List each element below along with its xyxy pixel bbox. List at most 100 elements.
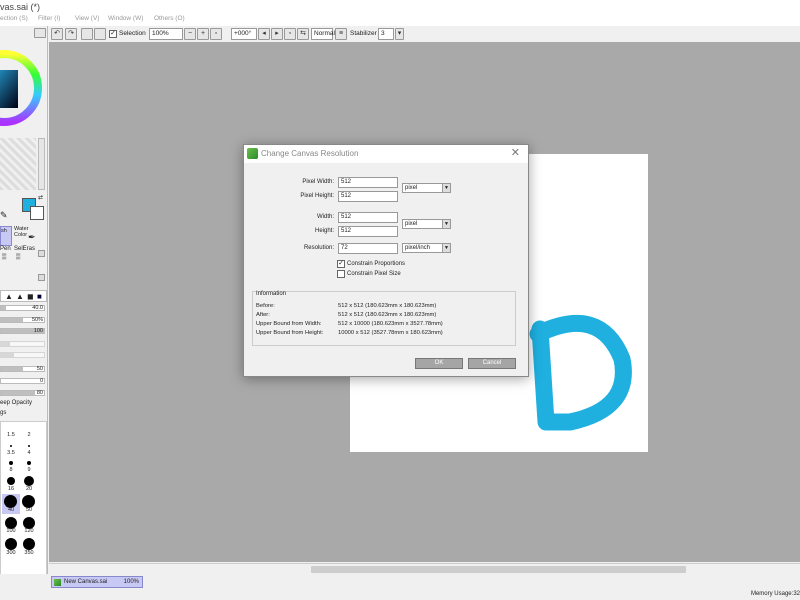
menu-bar: ection (S) Filter (I) View (V) Window (W…: [0, 14, 800, 26]
height-label: Height:: [314, 228, 334, 234]
constrain-proportions-label: Constrain Proportions: [347, 261, 406, 267]
brush-size-slider[interactable]: 40.0: [0, 305, 45, 311]
size-unit-select[interactable]: pixel ▼: [402, 219, 451, 229]
invert-selection-button[interactable]: [94, 28, 106, 40]
dialog-title-bar: Change Canvas Resolution ✕: [244, 145, 528, 163]
horizontal-scroll-thumb[interactable]: [311, 566, 686, 573]
constrain-pixel-size-checkbox[interactable]: [337, 270, 345, 278]
brush-size-grid[interactable]: 1.5 2 3.5 4 8 9 16 20 40 50 100 120 300 …: [0, 421, 47, 574]
information-box: Information Before: 512 x 512 (180.623mm…: [252, 291, 516, 346]
window-title: vas.sai (*): [0, 2, 41, 12]
keep-opacity-label[interactable]: eep Opacity: [0, 400, 32, 406]
toolbar: ↶ ↷ ✓ Selection 100% − + ▫ +000° ◂ ▸ ▫ ⇆…: [48, 27, 800, 42]
width-input[interactable]: 512: [338, 212, 398, 223]
canvas-tab-zoom: 100%: [123, 579, 139, 585]
blend-mode-button[interactable]: ≡: [335, 28, 347, 40]
info-upper-height-label: Upper Bound from Height:: [256, 330, 324, 336]
resolution-label: Resolution:: [303, 245, 334, 251]
shape-dome-icon[interactable]: ◼: [27, 292, 34, 301]
pressure-slider[interactable]: 80: [0, 390, 45, 396]
blend-mode-field[interactable]: Normal: [311, 28, 335, 40]
info-after-value: 512 x 512 (180.623mm x 180.623mm): [338, 312, 437, 318]
chevron-down-icon: ▼: [442, 244, 450, 252]
constrain-proportions-checkbox[interactable]: ✓: [337, 260, 345, 268]
canvas-tab-bar: New Canvas.sai 100%: [49, 575, 800, 590]
ok-button[interactable]: OK: [415, 358, 463, 369]
pixel-height-label: Pixel Height:: [300, 193, 334, 199]
tool-scroll-up[interactable]: [38, 250, 45, 257]
dialog-title: Change Canvas Resolution: [261, 149, 359, 158]
redo-button[interactable]: ↷: [65, 28, 77, 40]
zoom-field[interactable]: 100%: [149, 28, 183, 40]
swap-colors-icon[interactable]: ⇄: [38, 194, 43, 201]
shape-round-icon[interactable]: ▲: [16, 292, 24, 301]
info-after-label: After:: [256, 312, 270, 318]
menu-others[interactable]: Others (O): [154, 15, 185, 22]
deselect-button[interactable]: [81, 28, 93, 40]
height-input[interactable]: 512: [338, 226, 398, 237]
pixel-unit-select[interactable]: pixel ▼: [402, 183, 451, 193]
rotation-field[interactable]: +000°: [231, 28, 257, 40]
canvas-tab-icon: [54, 579, 61, 586]
menu-window[interactable]: Window (W): [108, 15, 143, 22]
menu-view[interactable]: View (V): [75, 15, 99, 22]
swatch-scrollbar[interactable]: [38, 138, 45, 190]
rotate-left-button[interactable]: ◂: [258, 28, 270, 40]
status-bar: Memory Usage:32: [0, 590, 800, 600]
pixel-width-input[interactable]: 512: [338, 177, 398, 188]
tool-brush[interactable]: sh: [0, 226, 12, 246]
swatch-area[interactable]: [0, 138, 36, 190]
undo-button[interactable]: ↶: [51, 28, 63, 40]
flip-button[interactable]: ⇆: [297, 28, 309, 40]
zoom-reset-button[interactable]: ▫: [210, 28, 222, 40]
shape-square-icon[interactable]: ■: [37, 292, 42, 301]
zoom-in-button[interactable]: +: [197, 28, 209, 40]
information-heading: Information: [256, 291, 287, 297]
selection-label: Selection: [119, 30, 146, 37]
canvas-tab[interactable]: New Canvas.sai 100%: [51, 576, 143, 588]
persistence-slider[interactable]: 50: [0, 366, 45, 372]
width-label: Width:: [316, 214, 334, 220]
pixel-height-input[interactable]: 512: [338, 191, 398, 202]
left-tool-panel: ⇄ ✎ sh Water Color ✒ Pen SelEras ▒ ▒ ▲ ▲…: [0, 26, 48, 574]
eyedropper-icon[interactable]: ✎: [0, 210, 8, 221]
menu-selection[interactable]: ection (S): [0, 15, 28, 22]
blending-slider[interactable]: [0, 341, 45, 347]
resolution-unit-select[interactable]: pixel/inch ▼: [402, 243, 451, 253]
cancel-button[interactable]: Cancel: [468, 358, 516, 369]
min-size-slider[interactable]: 50%: [0, 317, 45, 323]
zoom-out-button[interactable]: −: [184, 28, 196, 40]
tool-selection-eraser[interactable]: SelEras: [14, 246, 35, 252]
info-upper-height-value: 10000 x 512 (3527.78mm x 180.623mm): [338, 330, 443, 336]
watercolor-brush-icon: ✒: [28, 232, 36, 242]
shape-flat-icon[interactable]: ▲: [5, 292, 13, 301]
info-upper-width-value: 512 x 10000 (180.623mm x 3527.78mm): [338, 321, 443, 327]
horizontal-scrollbar[interactable]: [49, 563, 800, 574]
rotate-right-button[interactable]: ▸: [271, 28, 283, 40]
background-color[interactable]: [30, 206, 44, 220]
stabilizer-dropdown[interactable]: ▾: [395, 28, 404, 40]
stabilizer-field[interactable]: 3: [378, 28, 394, 40]
info-before-value: 512 x 512 (180.623mm x 180.623mm): [338, 303, 437, 309]
info-before-label: Before:: [256, 303, 275, 309]
close-icon[interactable]: ✕: [511, 146, 520, 159]
density-slider[interactable]: 100: [0, 328, 45, 334]
dilution-slider[interactable]: [0, 352, 45, 358]
stabilizer-label: Stabilizer: [350, 30, 377, 37]
memory-usage: Memory Usage:32: [750, 591, 800, 597]
resolution-input[interactable]: 72: [338, 243, 398, 254]
tool-scroll-down[interactable]: [38, 274, 45, 281]
color-mode-button[interactable]: [34, 28, 46, 38]
pixel-width-label: Pixel Width:: [302, 179, 334, 185]
menu-filter[interactable]: Filter (I): [38, 15, 60, 22]
color-wheel[interactable]: [0, 40, 44, 136]
blur-slider[interactable]: 0: [0, 378, 45, 384]
change-canvas-resolution-dialog: Change Canvas Resolution ✕ Pixel Width: …: [243, 144, 529, 377]
pen-icon: ▒: [2, 254, 7, 260]
tool-pen[interactable]: Pen: [0, 246, 11, 252]
rotate-reset-button[interactable]: ▫: [284, 28, 296, 40]
selection-checkbox[interactable]: ✓: [109, 30, 117, 38]
tool-brush-label: sh: [1, 228, 7, 234]
brush-shape-selector[interactable]: ▲ ▲ ◼ ■: [0, 290, 47, 302]
window-title-bar: vas.sai (*): [0, 0, 800, 14]
